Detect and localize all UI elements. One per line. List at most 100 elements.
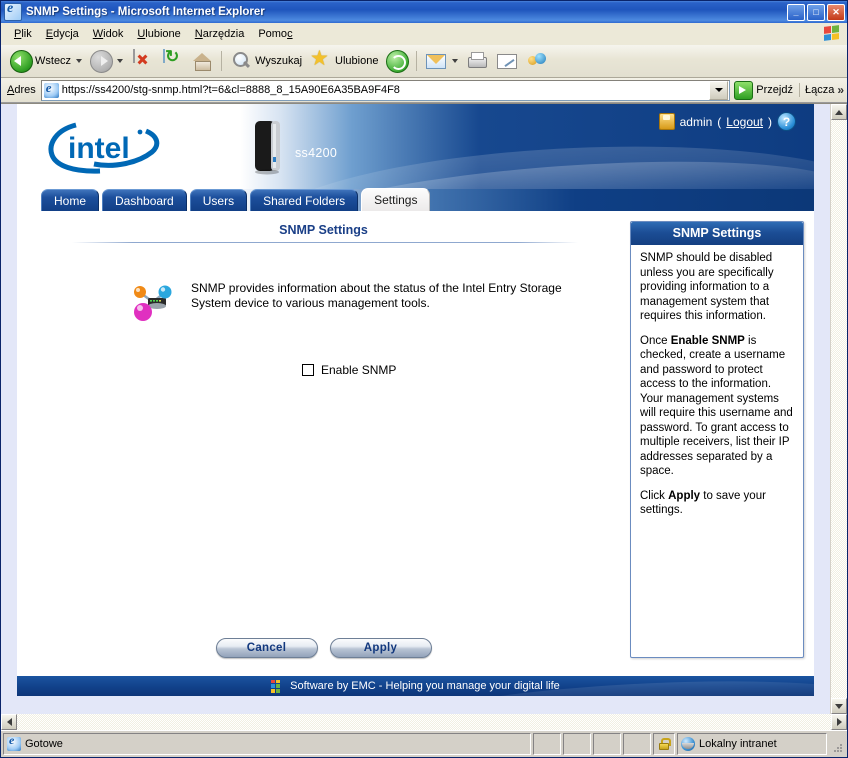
- scroll-right-button[interactable]: [831, 714, 847, 730]
- user-icon: [658, 113, 675, 130]
- maximize-button[interactable]: □: [807, 3, 825, 21]
- help-panel-title: SNMP Settings: [631, 222, 803, 245]
- banner-swoosh-2: [271, 145, 814, 189]
- status-text: Gotowe: [25, 738, 63, 750]
- tab-home[interactable]: Home: [41, 189, 100, 211]
- menu-item-ulubione[interactable]: Ulubione: [130, 26, 187, 42]
- search-button[interactable]: Wyszukaj: [226, 48, 306, 74]
- device-icon: [255, 121, 280, 175]
- main-column: SNMP Settings SNMP provides information …: [17, 211, 630, 676]
- home-icon: [191, 50, 213, 72]
- menu-item-plik[interactable]: PPliklik: [7, 26, 39, 42]
- scroll-up-button[interactable]: [831, 104, 847, 120]
- back-label: Wstecz: [35, 55, 72, 67]
- chevron-right-icon[interactable]: »: [837, 83, 844, 97]
- address-bar: Adres https://ss4200/stg-snmp.html?t=6&c…: [1, 78, 847, 103]
- triangle-up-icon: [835, 109, 843, 115]
- forward-icon: [90, 50, 114, 73]
- tab-users[interactable]: Users: [189, 189, 248, 211]
- address-label: Adres: [7, 84, 36, 96]
- apply-button[interactable]: Apply: [329, 638, 432, 658]
- enable-snmp-label: Enable SNMP: [321, 363, 397, 377]
- triangle-down-icon: [835, 703, 843, 709]
- toolbar-separator-2: [416, 51, 418, 71]
- go-arrow-icon: [734, 80, 754, 100]
- user-name: admin: [679, 114, 713, 129]
- status-pane-2: [533, 733, 561, 755]
- chevron-down-icon-mail[interactable]: [452, 59, 459, 63]
- page-horizontal-scrollbar[interactable]: [1, 714, 847, 730]
- status-pane-5: [623, 733, 651, 755]
- help-paragraph-2: Once Enable SNMP is checked, create a us…: [640, 334, 795, 479]
- chevron-down-icon-forward[interactable]: [117, 59, 124, 63]
- menu-item-widok[interactable]: Widok: [86, 26, 131, 42]
- logout-paren-open: (: [717, 114, 722, 129]
- print-button[interactable]: [462, 48, 492, 74]
- tab-shared-folders[interactable]: Shared Folders: [250, 189, 359, 211]
- back-icon: [10, 50, 33, 73]
- scroll-down-button[interactable]: [831, 698, 847, 714]
- status-pane-3: [563, 733, 591, 755]
- edit-icon: [496, 50, 518, 72]
- go-button[interactable]: Przejdź: [730, 80, 799, 100]
- forward-button[interactable]: [86, 48, 127, 74]
- favorites-label: Ulubione: [335, 55, 379, 67]
- edit-button[interactable]: [492, 48, 522, 74]
- security-zone-pane[interactable]: Lokalny intranet: [677, 733, 827, 755]
- app-content: SNMP Settings SNMP provides information …: [17, 211, 814, 676]
- cancel-button[interactable]: Cancel: [215, 638, 318, 658]
- enable-snmp-row[interactable]: Enable SNMP: [302, 363, 630, 377]
- history-button[interactable]: [382, 48, 412, 74]
- mail-icon: [425, 50, 447, 72]
- enable-snmp-checkbox[interactable]: [302, 364, 314, 376]
- mail-button[interactable]: [421, 48, 462, 74]
- help-paragraph-3: Click Apply to save your settings.: [640, 489, 795, 518]
- print-icon: [466, 50, 488, 72]
- footer-text: Software by EMC - Helping you manage you…: [290, 680, 560, 692]
- page-vertical-scrollbar[interactable]: [830, 104, 847, 714]
- menu-item-narzedzia[interactable]: Narzędzia: [188, 26, 252, 42]
- help-icon[interactable]: ?: [777, 112, 796, 131]
- title-divider: [72, 242, 578, 243]
- stop-button[interactable]: [127, 48, 157, 74]
- back-button[interactable]: Wstecz: [6, 48, 86, 74]
- tab-dashboard[interactable]: Dashboard: [102, 189, 187, 211]
- scroll-left-button[interactable]: [1, 714, 17, 730]
- emc-logo-icon: [271, 679, 284, 693]
- chevron-down-icon[interactable]: [76, 59, 83, 63]
- help-p3-part1: Click: [640, 489, 669, 502]
- page-title: SNMP Settings: [279, 223, 368, 237]
- messenger-button[interactable]: [522, 48, 552, 74]
- menu-item-pomoc[interactable]: Pomoc: [251, 26, 299, 42]
- home-button[interactable]: [187, 48, 217, 74]
- banner-swoosh-1: [254, 134, 814, 189]
- links-button[interactable]: Łącza »: [798, 83, 844, 97]
- search-icon: [230, 50, 252, 72]
- favorites-button[interactable]: Ulubione: [306, 46, 382, 74]
- tab-settings[interactable]: Settings: [361, 188, 431, 211]
- hscroll-track[interactable]: [17, 714, 831, 730]
- toolbar-separator-1: [221, 51, 223, 71]
- resize-grip[interactable]: [829, 733, 845, 755]
- device-name-label: ss4200: [295, 146, 338, 160]
- scroll-track[interactable]: [831, 120, 847, 698]
- logout-link[interactable]: Logout: [726, 115, 763, 129]
- address-dropdown-button[interactable]: [709, 80, 729, 100]
- browser-window: SNMP Settings - Microsoft Internet Explo…: [0, 0, 848, 758]
- refresh-icon: [161, 49, 183, 72]
- security-zone-text: Lokalny intranet: [699, 738, 777, 750]
- favorites-star-icon: [310, 46, 332, 72]
- messenger-icon: [526, 50, 548, 72]
- triangle-right-icon: [836, 718, 842, 726]
- app-footer: Software by EMC - Helping you manage you…: [17, 676, 814, 696]
- web-page: intel ss4200 admin (Logout) ? Home Das…: [1, 104, 830, 714]
- minimize-button[interactable]: _: [787, 3, 805, 21]
- address-input[interactable]: https://ss4200/stg-snmp.html?t=6&cl=8888…: [40, 79, 731, 101]
- menu-item-edycja[interactable]: Edycja: [39, 26, 86, 42]
- close-button[interactable]: ✕: [827, 3, 845, 21]
- refresh-button[interactable]: [157, 48, 187, 74]
- page-viewport: intel ss4200 admin (Logout) ? Home Das…: [1, 103, 847, 714]
- window-title: SNMP Settings - Microsoft Internet Explo…: [26, 6, 265, 18]
- status-pane-4: [593, 733, 621, 755]
- intel-logo: intel: [48, 122, 160, 174]
